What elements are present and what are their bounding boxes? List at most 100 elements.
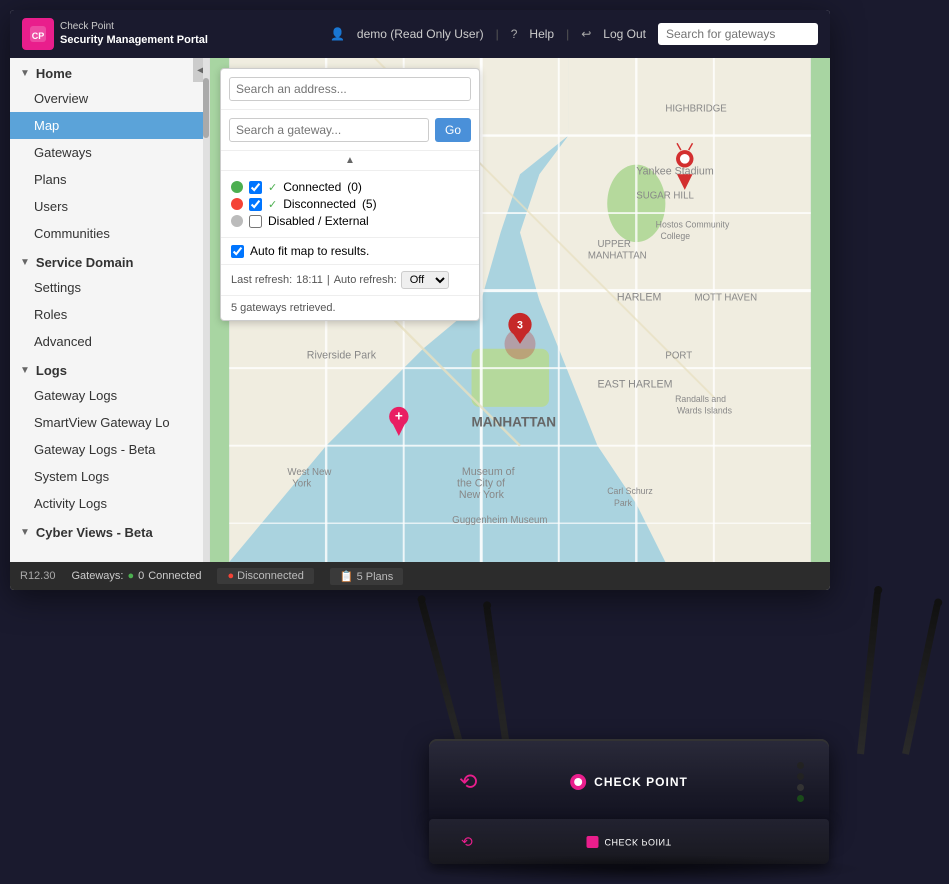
status-text: 5 gateways retrieved. [231,302,336,314]
checkpoint-inner-dot [574,778,582,786]
sidebar-item-advanced[interactable]: Advanced [10,328,209,355]
svg-text:Randalls and: Randalls and [675,394,726,404]
section-home-label: Home [36,66,72,81]
connected-checkmark: ✓ [268,181,277,194]
filter-row-disconnected: ✓ Disconnected (5) [231,197,469,211]
connected-checkbox[interactable] [249,181,262,194]
logo-icon: CP [22,18,54,50]
disabled-status-dot [231,215,243,227]
led-dot-1 [797,762,804,769]
autofit-label: Auto fit map to results. [250,244,369,258]
map-panel: Go ▲ ✓ Connected (0) [220,68,480,321]
logo-line1: Check Point [60,20,208,33]
arrow-home: ▼ [20,68,30,79]
disconnected-checkbox[interactable] [249,198,262,211]
refresh-time: 18:11 [296,274,323,286]
connected-status-dot [231,181,243,193]
sidebar-section-cyber-views[interactable]: ▼ Cyber Views - Beta [10,517,209,544]
svg-text:HARLEM: HARLEM [617,291,661,303]
led-dots [797,762,804,802]
sidebar-item-system-logs[interactable]: System Logs [10,463,209,490]
antenna-back-right1 [902,602,941,755]
led-dot-3 [797,784,804,791]
sidebar-item-plans[interactable]: Plans [10,166,209,193]
disabled-checkbox[interactable] [249,215,262,228]
svg-text:HIGHBRIDGE: HIGHBRIDGE [665,103,727,114]
auto-refresh-select[interactable]: Off 30s 1m 5m [401,271,449,289]
sep2: | [566,27,569,41]
connected-dot-icon: ● [127,570,134,582]
disconnected-tab[interactable]: ● Disconnected [217,568,313,584]
secondary-checkpoint-logo: CHECK POINT [586,836,671,848]
logo-area: CP Check Point Security Management Porta… [22,18,208,50]
sidebar-item-overview[interactable]: Overview [10,85,209,112]
antenna-back-left2 [483,605,511,755]
sidebar-item-communities[interactable]: Communities [10,220,209,247]
header-nav: 👤 demo (Read Only User) | ? Help | ↩ Log… [330,23,818,45]
address-search-input[interactable] [229,77,471,101]
sidebar-item-gateway-logs-beta[interactable]: Gateway Logs - Beta [10,436,209,463]
refresh-label: Last refresh: [231,274,292,286]
sidebar-section-service-domain[interactable]: ▼ Service Domain [10,247,209,274]
svg-text:PORT: PORT [665,350,692,361]
router-body-main: ⟲ CHECK POINT [429,739,829,824]
connected-count-bar: 0 [138,570,144,582]
sidebar-item-smartview-logs[interactable]: SmartView Gateway Lo [10,409,209,436]
help-icon: ? [511,27,518,41]
svg-text:Yankee Stadium: Yankee Stadium [636,165,714,177]
sidebar-item-users[interactable]: Users [10,193,209,220]
disconnected-label: Disconnected [283,197,356,211]
connected-label: Connected [283,180,341,194]
svg-text:3: 3 [517,319,523,331]
auto-refresh-label: Auto refresh: [334,274,397,286]
sidebar-item-gateways[interactable]: Gateways [10,139,209,166]
svg-text:CP: CP [32,31,45,41]
secondary-logo: ⟲ [461,833,473,850]
svg-text:EAST HARLEM: EAST HARLEM [598,379,673,391]
antenna-back-left1 [418,599,466,755]
disconnected-count: (5) [362,197,377,211]
section-logs-label: Logs [36,363,67,378]
user-link[interactable]: demo (Read Only User) [357,27,484,41]
sidebar-item-map[interactable]: Map [10,112,209,139]
router-shadow [409,854,869,884]
sidebar-section-home[interactable]: ▼ Home [10,58,209,85]
pipe-sep: | [327,274,330,286]
sidebar-item-gateway-logs[interactable]: Gateway Logs [10,382,209,409]
filter-row-disabled: Disabled / External [231,214,469,228]
sidebar-section-logs[interactable]: ▼ Logs [10,355,209,382]
router-checkpoint-logo: CHECK POINT [570,774,688,790]
sidebar-item-activity-logs[interactable]: Activity Logs [10,490,209,517]
led-dot-2 [797,773,804,780]
help-link[interactable]: Help [529,27,554,41]
map-panel-gateway-section: Go [221,110,479,151]
svg-text:+: + [395,408,403,423]
panel-status: 5 gateways retrieved. [221,296,479,320]
go-button[interactable]: Go [435,118,471,142]
sidebar-item-settings[interactable]: Settings [10,274,209,301]
checkpoint-dot [570,774,586,790]
connected-label-bar: Connected [148,570,201,582]
checkpoint-text: CHECK POINT [594,775,688,789]
sidebar-scrollbar[interactable] [203,58,209,562]
filter-section: ✓ Connected (0) ✓ Disconnected (5) [221,171,479,238]
gateway-search-input[interactable] [229,118,429,142]
autofit-section: Auto fit map to results. [221,238,479,265]
svg-text:MANHATTAN: MANHATTAN [588,251,647,262]
svg-text:Riverside Park: Riverside Park [307,349,377,361]
autofit-checkbox[interactable] [231,245,244,258]
svg-text:MANHATTAN: MANHATTAN [472,414,557,429]
search-gateways-input[interactable] [658,23,818,45]
secondary-checkpoint-mark [586,836,598,848]
refresh-section: Last refresh: 18:11 | Auto refresh: Off … [221,265,479,296]
sidebar-item-roles[interactable]: Roles [10,301,209,328]
arrow-service-domain: ▼ [20,257,30,268]
disconnected-label-bar: Disconnected [237,570,304,582]
connected-count: (0) [347,180,362,194]
collapse-button[interactable]: ▲ [221,151,479,171]
map-panel-address-section [221,69,479,110]
logo-text: Check Point Security Management Portal [60,20,208,47]
router-device: ⟲ CHECK POINT ⟲ CHECK POINT [349,464,949,884]
logout-link[interactable]: Log Out [603,27,646,41]
version-label: R12.30 [20,570,55,582]
